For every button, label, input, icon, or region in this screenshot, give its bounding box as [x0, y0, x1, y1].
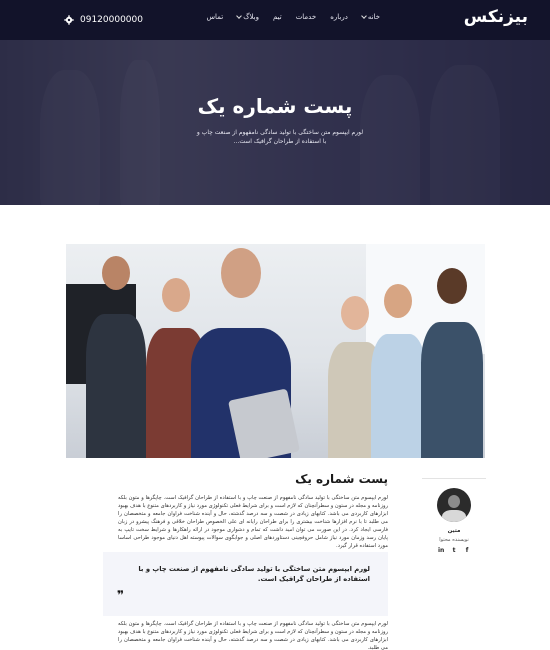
- post-paragraph: لورم ایپسوم متن ساختگی با تولید سادگی نا…: [118, 495, 388, 549]
- hero-title: پست شماره یک: [197, 94, 353, 118]
- linkedin-icon[interactable]: in: [438, 548, 444, 554]
- main-nav: خانه درباره خدمات تیم وبلاگ تماس: [207, 13, 381, 21]
- nav-item-services[interactable]: خدمات: [296, 13, 316, 21]
- avatar[interactable]: [437, 488, 471, 522]
- hero-banner: پست شماره یک لورم ایپسوم متن ساختگی با ت…: [0, 40, 550, 205]
- author-name: متین: [447, 528, 461, 534]
- site-header: بیزنکس خانه درباره خدمات تیم وبلاگ تماس …: [0, 0, 550, 40]
- facebook-icon[interactable]: f: [464, 548, 470, 554]
- nav-item-label: تیم: [272, 13, 282, 21]
- chevron-down-icon: [236, 13, 243, 19]
- site-logo[interactable]: بیزنکس: [464, 7, 528, 27]
- author-socials: in t f: [438, 548, 470, 554]
- team-member: [371, 284, 426, 458]
- blockquote-text: لورم ایپسوم متن ساختگی با تولید سادگی نا…: [138, 565, 370, 583]
- divider: [422, 478, 486, 479]
- nav-item-contact[interactable]: تماس: [207, 13, 224, 21]
- nav-item-label: درباره: [330, 13, 348, 21]
- nav-item-home[interactable]: خانه: [360, 13, 380, 21]
- hero-subtitle: لورم ایپسوم متن ساختگی با تولید سادگی نا…: [196, 129, 364, 145]
- post-paragraph: لورم ایپسوم متن ساختگی با تولید سادگی نا…: [118, 621, 388, 650]
- quote-icon: ❞: [117, 588, 125, 602]
- nav-item-label: خدمات: [295, 13, 317, 21]
- post-featured-image: [66, 244, 485, 458]
- author-role: نویسنده محتوا: [439, 537, 469, 543]
- author-card: متین نویسنده محتوا in t f: [422, 478, 486, 568]
- nav-item-label: خانه: [367, 13, 380, 21]
- nav-item-team[interactable]: تیم: [273, 13, 282, 21]
- nav-item-label: وبلاگ: [243, 13, 259, 21]
- hero-overlay: [0, 40, 550, 205]
- team-member: [86, 256, 146, 458]
- nav-item-about[interactable]: درباره: [330, 13, 348, 21]
- laptop: [228, 388, 300, 458]
- team-member: [421, 268, 483, 458]
- nav-item-blog[interactable]: وبلاگ: [236, 13, 259, 21]
- chevron-down-icon: [360, 13, 367, 19]
- phone-number[interactable]: 09120000000: [80, 15, 143, 25]
- gear-icon[interactable]: [64, 15, 74, 25]
- post-title: پست شماره یک: [295, 472, 388, 486]
- twitter-icon[interactable]: t: [451, 548, 457, 554]
- nav-item-label: تماس: [206, 13, 224, 21]
- blockquote: لورم ایپسوم متن ساختگی با تولید سادگی نا…: [103, 552, 388, 616]
